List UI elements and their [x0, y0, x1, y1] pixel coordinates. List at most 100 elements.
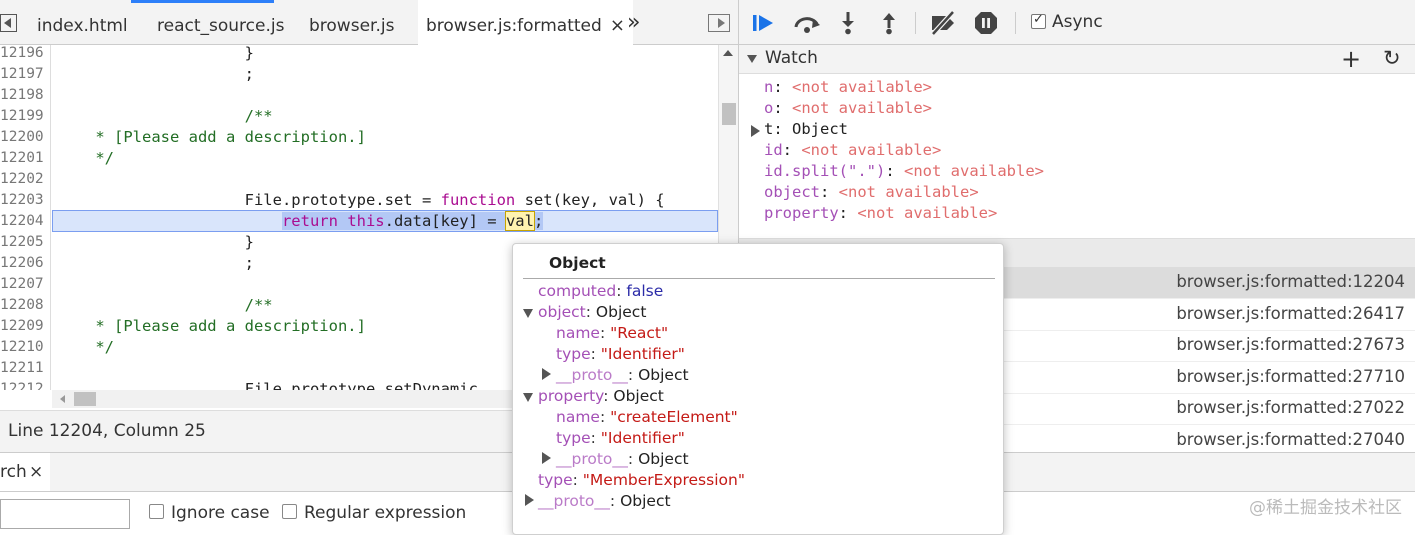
collapse-arrow-icon[interactable]	[523, 393, 533, 402]
call-frame-location: browser.js:formatted:27673	[1176, 335, 1405, 354]
toolbar-divider	[915, 12, 916, 34]
scrollbar-thumb[interactable]	[722, 103, 736, 125]
tab-label: browser.js	[309, 16, 395, 36]
code-text: */	[58, 149, 114, 167]
prop-object-proto[interactable]: __proto__: Object	[556, 366, 689, 384]
watch-expression[interactable]: property: <not available>	[764, 204, 997, 222]
expand-arrow-icon[interactable]	[751, 125, 760, 137]
collapse-arrow-icon[interactable]	[747, 55, 757, 63]
code-line[interactable]: 12201 */	[0, 148, 718, 169]
line-number[interactable]: 12199	[0, 106, 48, 127]
line-number[interactable]: 12202	[0, 169, 48, 190]
collapse-arrow-icon[interactable]	[523, 309, 533, 318]
ignore-case-label: Ignore case	[171, 503, 270, 523]
tab-label: react_source.js	[157, 16, 285, 36]
scroll-up-icon[interactable]	[723, 50, 733, 56]
line-number[interactable]: 12204	[0, 211, 48, 232]
code-text: }	[58, 45, 254, 62]
watch-expression[interactable]: id.split("."): <not available>	[764, 162, 1044, 180]
line-number[interactable]: 12201	[0, 148, 48, 169]
call-frame-location: browser.js:formatted:27040	[1176, 429, 1405, 449]
ignore-case-checkbox[interactable]	[149, 504, 164, 519]
code-line[interactable]: 12198	[0, 85, 718, 106]
line-number[interactable]: 12198	[0, 85, 48, 106]
line-number[interactable]: 12206	[0, 253, 48, 274]
code-text: ;	[58, 254, 254, 272]
pause-on-exceptions-icon[interactable]	[974, 11, 998, 35]
tab-react-source-js[interactable]: react_source.js	[157, 0, 284, 44]
line-number[interactable]: 12205	[0, 232, 48, 253]
line-number[interactable]: 12207	[0, 274, 48, 295]
tab-browser-js[interactable]: browser.js	[309, 0, 394, 44]
watch-expression[interactable]: t: Object	[764, 120, 848, 138]
line-number[interactable]: 12212	[0, 379, 48, 390]
scrollbar-thumb[interactable]	[74, 392, 96, 406]
call-frame-location: browser.js:formatted:27022	[1176, 398, 1405, 417]
prop-property-type: type: "Identifier"	[556, 429, 685, 447]
watch-title: Watch	[765, 48, 818, 68]
add-watch-icon[interactable]: +	[1341, 45, 1361, 73]
tab-label: browser.js:formatted	[426, 16, 602, 36]
tab-browser-js-formatted[interactable]: browser.js:formatted ×	[418, 0, 633, 45]
line-number[interactable]: 12196	[0, 45, 48, 64]
code-line[interactable]: 12204 return this.data[key] = val;	[0, 210, 718, 232]
prop-object[interactable]: object: Object	[538, 303, 646, 321]
code-line[interactable]: 12203 File.prototype.set = function set(…	[0, 190, 718, 211]
close-tab-icon[interactable]: ×	[610, 15, 625, 36]
code-line[interactable]: 12200 * [Please add a description.]	[0, 127, 718, 148]
search-input[interactable]	[0, 499, 130, 529]
popover-divider	[523, 278, 995, 279]
tab-index-html[interactable]: index.html	[37, 0, 128, 44]
async-label: Async	[1052, 12, 1103, 32]
expand-arrow-icon[interactable]	[525, 494, 534, 506]
watch-section-header[interactable]: Watch + ↻	[739, 45, 1415, 74]
tab-search[interactable]: rch ×	[0, 453, 50, 491]
toolbar-divider	[1015, 12, 1016, 34]
watch-expression[interactable]: object: <not available>	[764, 183, 979, 201]
code-line[interactable]: 12197 ;	[0, 64, 718, 85]
code-line[interactable]: 12199 /**	[0, 106, 718, 127]
prop-proto[interactable]: __proto__: Object	[538, 492, 671, 510]
code-line[interactable]: 12202	[0, 169, 718, 190]
line-number[interactable]: 12200	[0, 127, 48, 148]
line-number[interactable]: 12208	[0, 295, 48, 316]
tab-label: rch	[0, 462, 27, 482]
async-checkbox[interactable]	[1031, 12, 1046, 29]
toggle-debugger-icon[interactable]	[708, 14, 730, 32]
step-into-icon[interactable]	[836, 11, 860, 35]
expand-arrow-icon[interactable]	[542, 368, 551, 380]
line-number[interactable]: 12203	[0, 190, 48, 211]
watch-expression[interactable]: id: <not available>	[764, 141, 941, 159]
prop-computed: computed: false	[538, 282, 664, 300]
watch-expression[interactable]: o: <not available>	[764, 99, 932, 117]
prop-property[interactable]: property: Object	[538, 387, 664, 405]
watch-expression[interactable]: n: <not available>	[764, 78, 932, 96]
code-text: /**	[58, 296, 273, 314]
step-over-icon[interactable]	[793, 11, 821, 35]
scroll-left-icon[interactable]	[60, 395, 65, 403]
prop-property-proto[interactable]: __proto__: Object	[556, 450, 689, 468]
line-number[interactable]: 12209	[0, 316, 48, 337]
watermark: @稀土掘金技术社区	[1249, 498, 1402, 518]
resume-icon[interactable]	[751, 11, 775, 35]
more-tabs-icon[interactable]: »	[627, 10, 640, 35]
code-line[interactable]: 12196 }	[0, 45, 718, 64]
regex-checkbox[interactable]	[282, 504, 297, 519]
expand-arrow-icon[interactable]	[542, 452, 551, 464]
refresh-watch-icon[interactable]: ↻	[1383, 46, 1401, 70]
line-number[interactable]: 12197	[0, 64, 48, 85]
prop-type: type: "MemberExpression"	[538, 471, 745, 489]
cursor-position: Line 12204, Column 25	[8, 421, 206, 441]
step-out-icon[interactable]	[877, 11, 901, 35]
prop-property-name: name: "createElement"	[556, 408, 738, 426]
toggle-navigator-icon[interactable]	[0, 14, 17, 32]
line-number[interactable]: 12210	[0, 337, 48, 358]
close-tab-icon[interactable]: ×	[29, 462, 43, 482]
object-preview-popover: Object computed: false object: Object na…	[512, 243, 1004, 535]
line-number[interactable]: 12211	[0, 358, 48, 379]
call-frame-location: browser.js:formatted:26417	[1176, 303, 1405, 323]
deactivate-breakpoints-icon[interactable]	[929, 11, 959, 35]
regex-label: Regular expression	[304, 503, 467, 523]
prop-object-type: type: "Identifier"	[556, 345, 685, 363]
call-frame-location: browser.js:formatted:12204	[1176, 272, 1405, 291]
